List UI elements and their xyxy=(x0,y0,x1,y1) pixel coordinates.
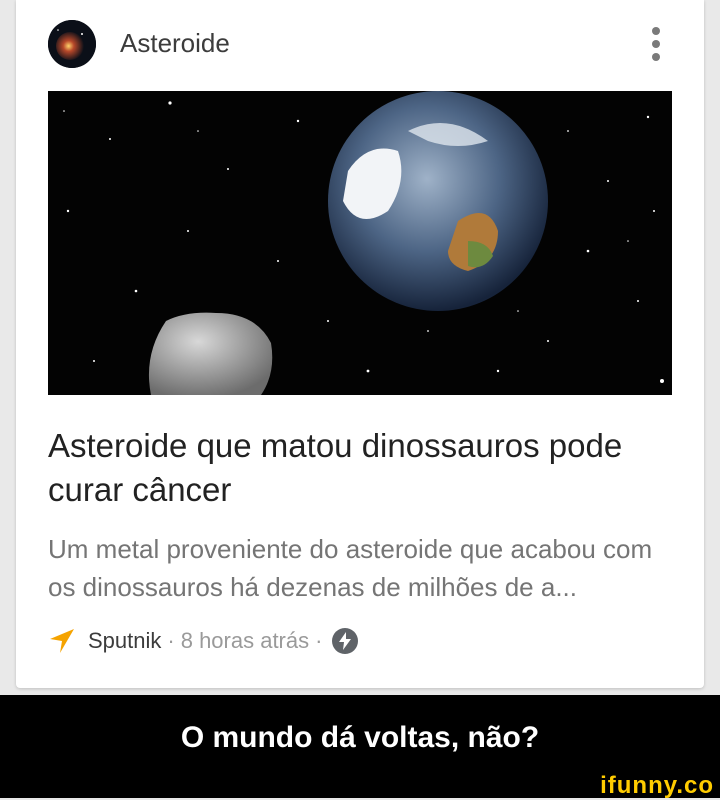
article-meta: Sputnik · 8 horas atrás · xyxy=(48,624,359,658)
ifunny-watermark: ifunny.co xyxy=(600,772,714,799)
lightning-bolt-icon xyxy=(332,628,359,654)
earth-asteroid-illustration xyxy=(48,91,672,395)
article-snippet: Um metal proveniente do asteroide que ac… xyxy=(48,534,653,602)
source-name[interactable]: Asteroide xyxy=(120,28,230,59)
meta-separator: · xyxy=(167,628,175,653)
meta-separator: · xyxy=(315,628,323,653)
hero-image[interactable] xyxy=(48,91,672,395)
time-ago: 8 horas atrás xyxy=(180,628,310,653)
headline[interactable]: Asteroide que matou dinossauros pode cur… xyxy=(48,424,658,512)
asteroid-avatar-icon[interactable] xyxy=(48,20,96,68)
publisher-name[interactable]: Sputnik xyxy=(88,628,161,654)
meme-caption: O mundo dá voltas, não? xyxy=(180,721,540,754)
sputnik-logo-icon xyxy=(50,629,74,653)
more-vert-icon[interactable] xyxy=(640,22,672,66)
